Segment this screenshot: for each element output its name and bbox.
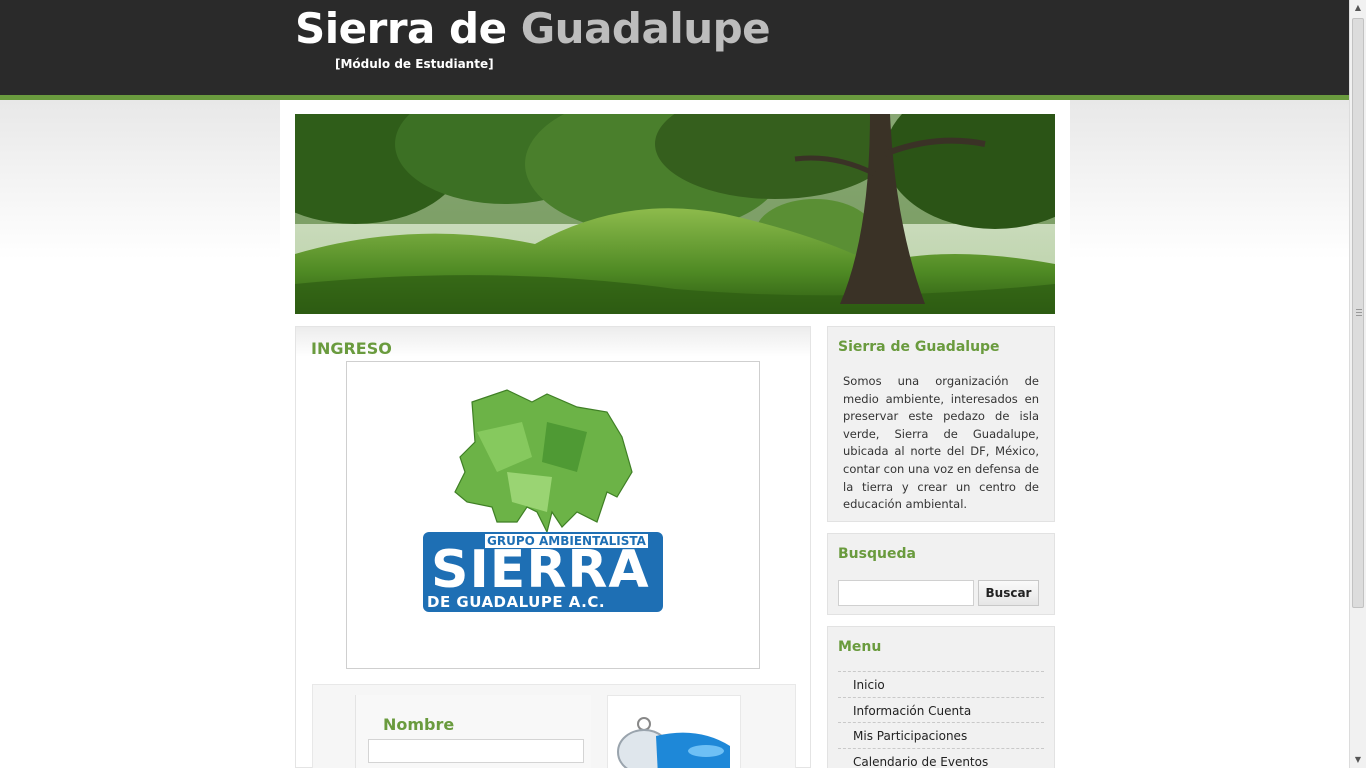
menu-item-calendario-eventos[interactable]: Calendario de Eventos (838, 747, 1044, 768)
site-subtitle: [Módulo de Estudiante] (335, 57, 494, 71)
scroll-up-arrow-icon[interactable]: ▲ (1350, 0, 1366, 16)
about-widget: Sierra de Guadalupe Somos una organizaci… (827, 326, 1055, 522)
site-header: Sierra de Guadalupe [Módulo de Estudiant… (0, 0, 1349, 100)
name-input[interactable] (368, 739, 584, 763)
site-title-part1: Sierra de (295, 4, 507, 53)
site-title: Sierra de Guadalupe (295, 4, 771, 53)
site-title-part2: Guadalupe (520, 4, 771, 53)
search-title: Busqueda (838, 546, 916, 562)
about-title: Sierra de Guadalupe (838, 339, 1000, 355)
menu-item-inicio[interactable]: Inicio (838, 671, 1044, 697)
menu-widget: Menu Inicio Información Cuenta Mis Parti… (827, 626, 1055, 768)
sierra-map-logo-icon (423, 389, 663, 612)
logo-text-line2: SIERRA (431, 540, 650, 600)
key-image (607, 695, 741, 768)
scroll-down-arrow-icon[interactable]: ▼ (1350, 752, 1366, 768)
logo-text-line3: DE GUADALUPE A.C. (427, 593, 606, 611)
vertical-scrollbar[interactable]: ▲ ▼ (1349, 0, 1366, 768)
scroll-thumb[interactable] (1352, 18, 1364, 608)
login-fields: Nombre (355, 695, 591, 768)
search-widget: Busqueda Buscar (827, 533, 1055, 615)
about-text: Somos una organización de medio ambiente… (843, 374, 1039, 512)
name-label: Nombre (383, 715, 455, 734)
search-button[interactable]: Buscar (978, 580, 1039, 606)
menu-item-mis-participaciones[interactable]: Mis Participaciones (838, 722, 1044, 748)
login-panel: INGRESO GRUPO AMBIENTALISTA SIERRA DE GU… (295, 326, 811, 768)
page-title: INGRESO (311, 339, 392, 358)
menu-list: Inicio Información Cuenta Mis Participac… (838, 671, 1044, 768)
organization-logo: GRUPO AMBIENTALISTA SIERRA DE GUADALUPE … (346, 361, 760, 669)
key-icon (617, 717, 730, 768)
menu-item-informacion-cuenta[interactable]: Información Cuenta (838, 696, 1044, 723)
scroll-grip-icon (1356, 309, 1362, 318)
banner-image (295, 114, 1055, 314)
search-input[interactable] (838, 580, 974, 606)
landscape-trees-image (295, 114, 1055, 314)
menu-title: Menu (838, 639, 882, 655)
login-form: Nombre (312, 684, 796, 768)
